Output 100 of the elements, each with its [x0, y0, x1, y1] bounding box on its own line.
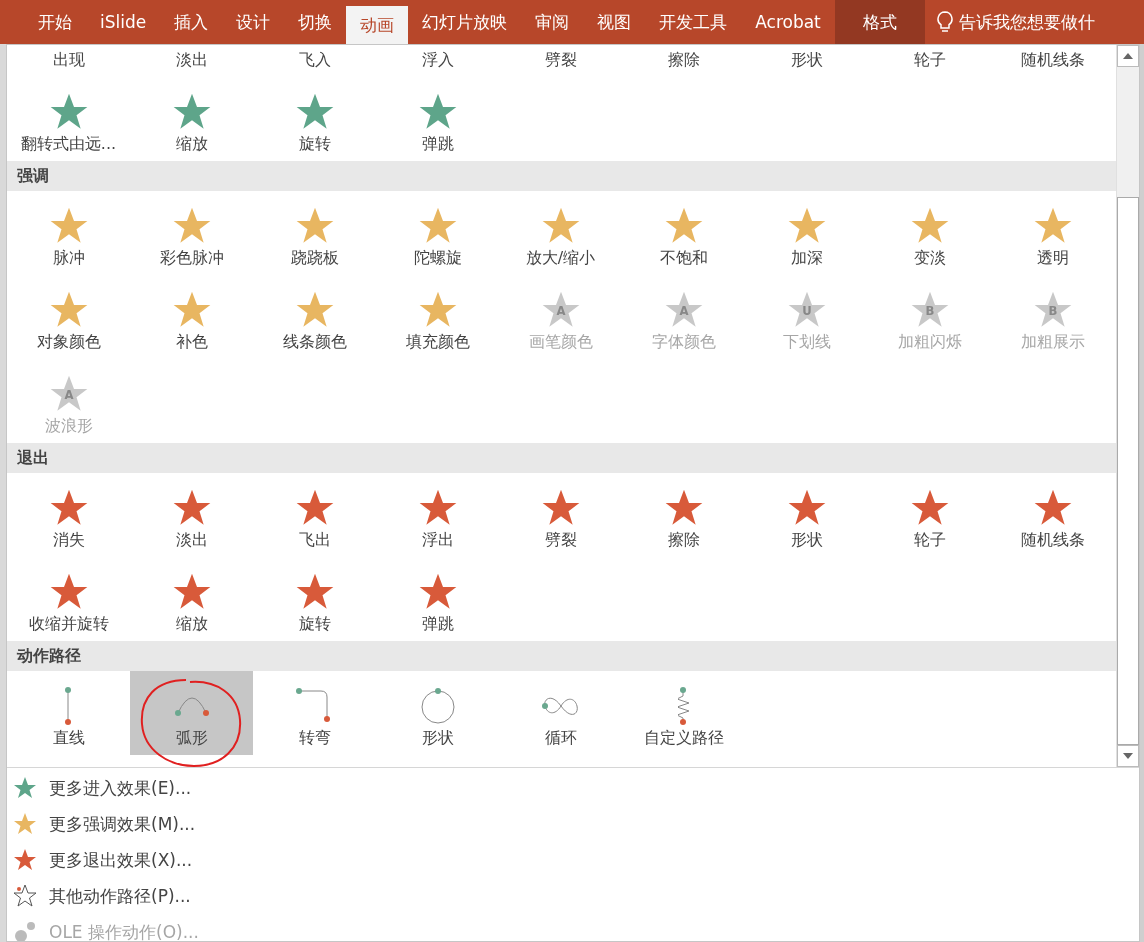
menu-item[interactable]: 其他动作路径(P)...: [7, 878, 1139, 914]
star-icon: [417, 206, 458, 246]
star-icon: [294, 92, 335, 132]
star-outline-icon: [13, 884, 37, 908]
menu-item[interactable]: 更多进入效果(E)...: [7, 770, 1139, 806]
effect-item[interactable]: 自定义路径: [622, 671, 745, 755]
effect-item[interactable]: 劈裂: [499, 473, 622, 557]
star-icon: [417, 92, 458, 132]
effect-item[interactable]: 不饱和: [622, 191, 745, 275]
ribbon-tab[interactable]: 开发工具: [645, 0, 742, 44]
star-icon: [540, 488, 581, 528]
effect-item[interactable]: 擦除: [622, 473, 745, 557]
star-icon: [909, 206, 950, 246]
effect-item[interactable]: 翻转式由远...: [7, 77, 130, 161]
effect-item[interactable]: 淡出: [130, 45, 253, 77]
effect-item[interactable]: 对象颜色: [7, 275, 130, 359]
effect-item[interactable]: 形状: [745, 45, 868, 77]
ribbon-tab[interactable]: 格式: [834, 0, 925, 44]
effect-item[interactable]: 线条颜色: [253, 275, 376, 359]
effect-item[interactable]: 彩色脉冲: [130, 191, 253, 275]
lightbulb-icon: [936, 11, 953, 33]
star-icon: U: [786, 290, 827, 330]
star-icon: [13, 848, 37, 872]
section-header: 动作路径: [7, 641, 1116, 671]
effect-item[interactable]: 弹跳: [376, 557, 499, 641]
star-icon: [663, 488, 704, 528]
effect-item[interactable]: 缩放: [130, 557, 253, 641]
ribbon-tab[interactable]: 视图: [583, 0, 646, 44]
effect-item[interactable]: 加深: [745, 191, 868, 275]
effect-item[interactable]: 劈裂: [499, 45, 622, 77]
ribbon-tab[interactable]: iSlide: [86, 0, 161, 44]
effect-item[interactable]: 轮子: [868, 473, 991, 557]
ribbon-tab[interactable]: 开始: [24, 0, 86, 44]
star-icon: [171, 290, 212, 330]
star-icon: [786, 488, 827, 528]
section-header: 强调: [7, 161, 1116, 191]
motion-path-icon: [677, 686, 690, 726]
ribbon-tab[interactable]: 切换: [284, 0, 347, 44]
star-icon: A: [540, 290, 581, 330]
effect-item[interactable]: 形状: [376, 671, 499, 755]
menu-item[interactable]: 更多退出效果(X)...: [7, 842, 1139, 878]
star-icon: [417, 488, 458, 528]
effect-item[interactable]: 补色: [130, 275, 253, 359]
effect-item[interactable]: 缩放: [130, 77, 253, 161]
ribbon-tab[interactable]: 设计: [222, 0, 285, 44]
effect-item[interactable]: 收缩并旋转: [7, 557, 130, 641]
effect-item[interactable]: 浮出: [376, 473, 499, 557]
star-icon: [171, 572, 212, 612]
effect-item[interactable]: 旋转: [253, 557, 376, 641]
star-icon: [1032, 488, 1073, 528]
effect-item[interactable]: 脉冲: [7, 191, 130, 275]
star-icon: [48, 92, 89, 132]
scroll-down-button[interactable]: [1117, 745, 1139, 767]
scroll-up-button[interactable]: [1117, 45, 1139, 67]
effect-item[interactable]: 弹跳: [376, 77, 499, 161]
effect-item[interactable]: 旋转: [253, 77, 376, 161]
effect-item[interactable]: 出现: [7, 45, 130, 77]
effect-item[interactable]: 形状: [745, 473, 868, 557]
star-icon: [909, 488, 950, 528]
effect-item[interactable]: 飞入: [253, 45, 376, 77]
menu-item[interactable]: 更多强调效果(M)...: [7, 806, 1139, 842]
star-icon: [171, 488, 212, 528]
star-icon: [48, 572, 89, 612]
section-header: 退出: [7, 443, 1116, 473]
scrollbar[interactable]: [1116, 45, 1139, 767]
effect-item[interactable]: 弧形: [130, 671, 253, 755]
effect-item[interactable]: 陀螺旋: [376, 191, 499, 275]
effect-item[interactable]: 浮入: [376, 45, 499, 77]
effect-item[interactable]: 填充颜色: [376, 275, 499, 359]
effect-item[interactable]: 透明: [991, 191, 1114, 275]
tell-me-text[interactable]: 告诉我您想要做什: [958, 10, 1095, 34]
effect-item[interactable]: 淡出: [130, 473, 253, 557]
effect-item[interactable]: 变淡: [868, 191, 991, 275]
up-arrow-icon: [1123, 53, 1133, 59]
ribbon-tab[interactable]: 动画: [346, 6, 409, 44]
scroll-thumb[interactable]: [1117, 197, 1139, 745]
effect-item[interactable]: 跷跷板: [253, 191, 376, 275]
effect-item[interactable]: 随机线条: [991, 473, 1114, 557]
effect-item[interactable]: 擦除: [622, 45, 745, 77]
effect-item[interactable]: 循环: [499, 671, 622, 755]
effect-item[interactable]: 随机线条: [991, 45, 1114, 77]
star-icon: [13, 776, 37, 800]
star-icon: [417, 290, 458, 330]
star-icon: [294, 572, 335, 612]
ribbon-tab[interactable]: 幻灯片放映: [408, 0, 522, 44]
star-icon: [171, 92, 212, 132]
effect-item[interactable]: 飞出: [253, 473, 376, 557]
effect-item[interactable]: 直线: [7, 671, 130, 755]
star-icon: B: [1032, 290, 1073, 330]
effect-item[interactable]: 消失: [7, 473, 130, 557]
ribbon-tab[interactable]: 插入: [160, 0, 223, 44]
effect-item[interactable]: 轮子: [868, 45, 991, 77]
star-icon: [417, 572, 458, 612]
effect-item[interactable]: 转弯: [253, 671, 376, 755]
ribbon-tab[interactable]: 审阅: [521, 0, 584, 44]
ribbon-tab[interactable]: Acrobat: [741, 0, 835, 44]
star-icon: [294, 206, 335, 246]
effect-item[interactable]: 放大/缩小: [499, 191, 622, 275]
star-icon: [1032, 206, 1073, 246]
star-icon: [786, 206, 827, 246]
